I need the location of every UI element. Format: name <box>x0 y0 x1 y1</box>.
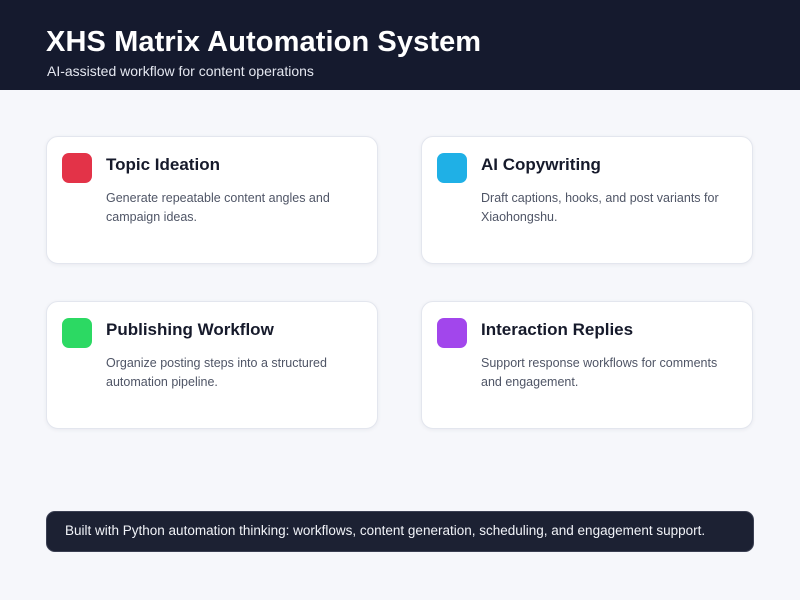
page-subtitle: AI-assisted workflow for content operati… <box>47 63 314 79</box>
purple-square-icon <box>437 318 467 348</box>
card-description: Draft captions, hooks, and post variants… <box>481 191 719 224</box>
feature-card-interaction-replies: Interaction Replies Support response wor… <box>421 301 753 429</box>
card-description: Generate repeatable content angles and c… <box>106 191 330 224</box>
card-title: Topic Ideation <box>106 155 220 174</box>
footer-banner: Built with Python automation thinking: w… <box>46 511 754 552</box>
footer-text: Built with Python automation thinking: w… <box>65 523 706 538</box>
green-square-icon <box>62 318 92 348</box>
feature-card-ai-copywriting: AI Copywriting Draft captions, hooks, an… <box>421 136 753 264</box>
red-square-icon <box>62 153 92 183</box>
card-description: Support response workflows for comments … <box>481 356 718 389</box>
card-title: Publishing Workflow <box>106 320 274 339</box>
card-title: Interaction Replies <box>481 320 634 339</box>
card-title: AI Copywriting <box>481 155 601 174</box>
blue-square-icon <box>437 153 467 183</box>
page-title: XHS Matrix Automation System <box>46 26 482 58</box>
header-bar: XHS Matrix Automation System AI-assisted… <box>0 0 800 90</box>
feature-card-topic-ideation: Topic Ideation Generate repeatable conte… <box>46 136 378 264</box>
card-description: Organize posting steps into a structured… <box>106 356 327 389</box>
feature-card-publishing-workflow: Publishing Workflow Organize posting ste… <box>46 301 378 429</box>
